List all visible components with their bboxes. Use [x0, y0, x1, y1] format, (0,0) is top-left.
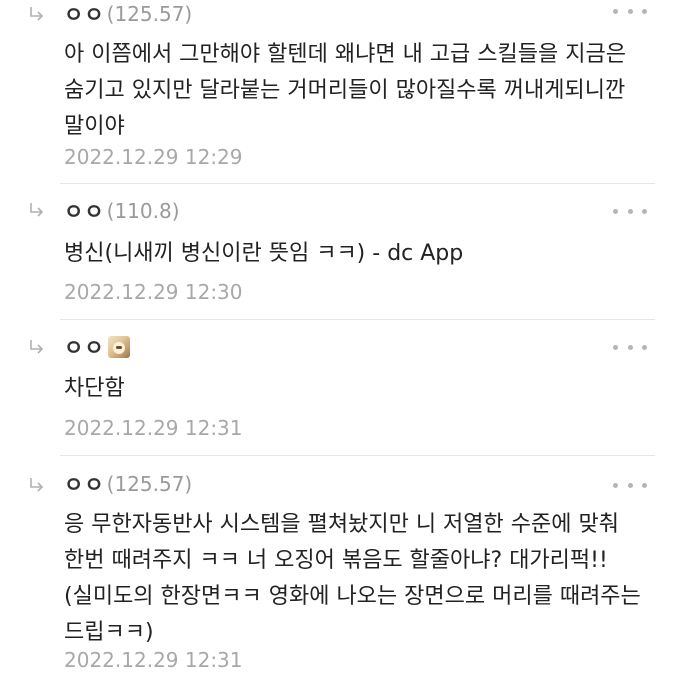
comment-text: 응 무한자동반사 시스템을 펼쳐놨지만 니 저열한 수준에 맞춰 한번 때려주지… — [64, 512, 648, 645]
comment-date: 2022.12.29 12:29 — [64, 145, 243, 169]
comment-ip: (125.57) — [106, 2, 193, 26]
comment-nickname[interactable]: ㅇㅇ — [64, 0, 105, 29]
comment-nickname[interactable]: ㅇㅇ — [64, 469, 105, 499]
comment-date: 2022.12.29 12:31 — [64, 648, 243, 672]
divider — [60, 183, 655, 184]
more-options-icon[interactable] — [613, 480, 647, 490]
divider — [60, 319, 655, 320]
comment-nickname[interactable]: ㅇㅇ — [64, 196, 105, 226]
reply-arrow-icon — [28, 476, 46, 494]
more-options-icon[interactable] — [613, 6, 647, 16]
comment-date: 2022.12.29 12:30 — [64, 280, 243, 304]
comment-ip: (125.57) — [106, 472, 193, 496]
comment-nickname[interactable]: ㅇㅇ — [64, 332, 105, 362]
more-options-icon[interactable] — [613, 206, 647, 216]
comment-text: 차단함 — [64, 376, 125, 401]
reply-arrow-icon — [28, 201, 46, 219]
dog-avatar-icon[interactable] — [107, 336, 130, 358]
comment-ip: (110.8) — [106, 199, 180, 223]
comment-text: 병신(니새끼 병신이란 뜻임 ㅋㅋ) - dc App — [64, 241, 464, 266]
reply-arrow-icon — [28, 338, 46, 356]
more-options-icon[interactable] — [613, 342, 647, 352]
reply-arrow-icon — [28, 5, 46, 23]
comment-date: 2022.12.29 12:31 — [64, 416, 243, 440]
divider — [60, 455, 655, 456]
comment-text: 아 이쯤에서 그만해야 할텐데 왜냐면 내 고급 스킬들을 지금은 숨기고 있지… — [64, 42, 633, 139]
